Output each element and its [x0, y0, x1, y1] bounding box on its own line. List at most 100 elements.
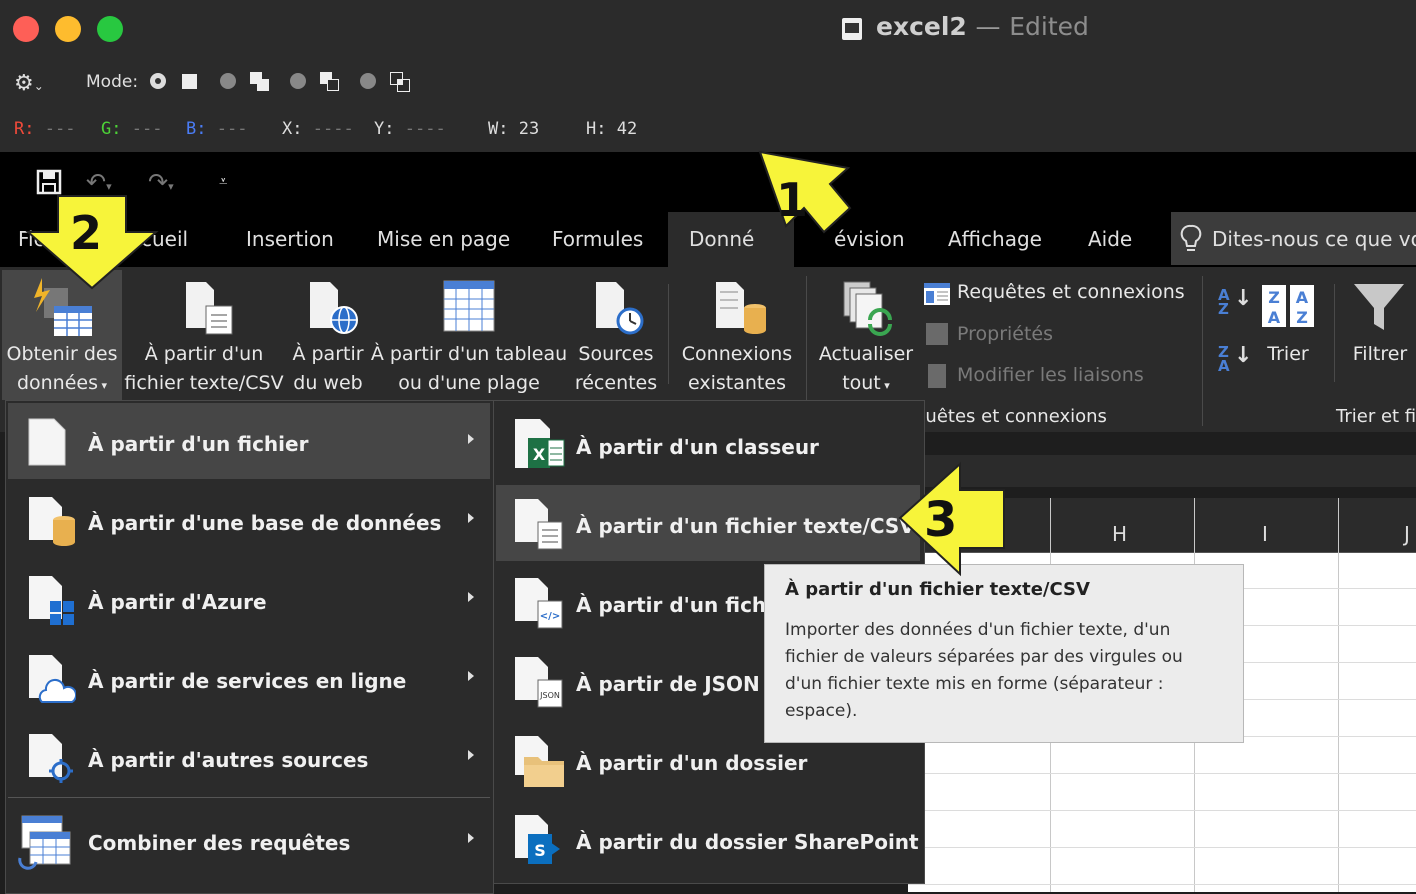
zoom-window-button[interactable]: [97, 16, 123, 42]
combine-queries-icon: [18, 814, 74, 870]
ribbon-separator: [668, 284, 669, 384]
online-services-icon: [28, 654, 76, 706]
tooltip-line-4: espace).: [785, 701, 858, 721]
modifier-liaisons-button[interactable]: Modifier les liaisons: [957, 364, 1144, 386]
column-header-i[interactable]: I: [1262, 522, 1268, 546]
menu2-item-classeur[interactable]: À partir d'un classeur: [576, 435, 819, 459]
connexions-line-2[interactable]: existantes: [672, 369, 802, 398]
menu1-item-services-en-ligne[interactable]: À partir de services en ligne: [88, 669, 406, 693]
tableau-line-1[interactable]: À partir d'un tableau: [370, 340, 568, 369]
texte-csv-line-2[interactable]: fichier texte/CSV: [124, 369, 284, 398]
tooltip-title: À partir d'un fichier texte/CSV: [785, 579, 1090, 600]
tab-affichage[interactable]: Affichage: [948, 227, 1042, 251]
texte-csv-line-1[interactable]: À partir d'un: [124, 340, 284, 369]
menu1-item-azure[interactable]: À partir d'Azure: [88, 590, 267, 614]
file-icon: [28, 418, 68, 466]
menu1-item-combiner[interactable]: Combiner des requêtes: [88, 831, 350, 855]
callout-number-2: 2: [70, 206, 103, 260]
mode-radio-4[interactable]: [360, 73, 376, 89]
minimize-window-button[interactable]: [55, 16, 81, 42]
actualiser-line-2[interactable]: tout ▾: [808, 369, 924, 400]
column-header-h[interactable]: H: [1112, 522, 1127, 546]
svg-text:S: S: [534, 841, 546, 860]
window-title: excel2 — Edited: [876, 12, 1089, 41]
group-requetes-label: quêtes et connexions: [914, 406, 1107, 427]
sources-line-1[interactable]: Sources: [568, 340, 664, 369]
g-value: ---: [131, 119, 163, 139]
gear-icon[interactable]: ⚙⌄: [14, 71, 44, 96]
submenu-arrow-icon: [468, 750, 474, 760]
submenu-arrow-icon: [468, 833, 474, 843]
obtenir-line-2: données ▾: [16, 372, 108, 394]
tooltip-line-1: Importer des données d'un fichier texte,…: [785, 620, 1171, 640]
menu2-item-sharepoint[interactable]: À partir du dossier SharePoint: [576, 830, 919, 854]
menu1-item-autres-sources[interactable]: À partir d'autres sources: [88, 748, 368, 772]
svg-text:Z: Z: [1268, 288, 1280, 307]
ribbon-separator: [1202, 276, 1203, 426]
text-file-icon: [186, 282, 234, 336]
database-icon: [28, 496, 76, 548]
submenu-arrow-icon: [468, 592, 474, 602]
trier-button[interactable]: Trier: [1250, 340, 1326, 369]
close-window-button[interactable]: [13, 16, 39, 42]
tell-me-text[interactable]: Dites-nous ce que vo: [1212, 227, 1416, 251]
submenu-arrow-icon: [468, 434, 474, 444]
refresh-all-icon: [840, 280, 900, 338]
menu1-item-base-donnees[interactable]: À partir d'une base de données: [88, 511, 441, 535]
proprietes-button[interactable]: Propriétés: [957, 323, 1053, 345]
tooltip-line-2: fichier de valeurs séparées par des virg…: [785, 647, 1183, 667]
r-value: ---: [44, 119, 76, 139]
svg-text:JSON: JSON: [539, 691, 560, 700]
mode-union-icon: [250, 72, 270, 92]
web-line-1[interactable]: À partir: [288, 340, 368, 369]
web-line-2[interactable]: du web: [288, 369, 368, 398]
callout-number-1: 1: [776, 173, 809, 227]
callout-number-3: 3: [924, 492, 958, 548]
h-value: 42: [616, 119, 638, 139]
menu2-item-dossier[interactable]: À partir d'un dossier: [576, 751, 807, 775]
sources-line-2[interactable]: récentes: [568, 369, 664, 398]
svg-text:</>: </>: [540, 611, 560, 622]
queries-connections-icon: [924, 283, 950, 305]
menu2-item-fichier-xml[interactable]: À partir d'un fichie: [576, 593, 787, 617]
actualiser-line-1[interactable]: Actualiser: [808, 340, 924, 369]
tableau-line-2[interactable]: ou d'une plage: [370, 369, 568, 398]
column-header-j[interactable]: J: [1404, 522, 1410, 546]
sort-za-icon[interactable]: Z A ↓: [1218, 345, 1252, 374]
y-value: ----: [404, 119, 446, 139]
web-icon: [310, 282, 360, 336]
requetes-connexions-button[interactable]: Requêtes et connexions: [957, 281, 1185, 303]
svg-text:X: X: [533, 445, 546, 464]
tab-mise-en-page[interactable]: Mise en page: [377, 227, 510, 251]
tab-formules[interactable]: Formules: [552, 227, 643, 251]
excel-workbook-icon: X: [514, 418, 566, 470]
azure-icon: [28, 575, 76, 627]
sort-az-icon[interactable]: A Z ↓: [1218, 288, 1252, 317]
g-label: G:: [101, 119, 122, 139]
submenu-arrow-icon: [468, 671, 474, 681]
x-label: X:: [282, 119, 303, 139]
tooltip-line-3: d'un fichier texte mis en forme (séparat…: [785, 674, 1164, 694]
menu2-item-texte-csv[interactable]: À partir d'un fichier texte/CSV: [576, 514, 915, 538]
customize-qat-icon[interactable]: ⩡: [219, 172, 227, 190]
mode-radio-3[interactable]: [290, 73, 306, 89]
menu2-item-json[interactable]: À partir de JSON: [576, 672, 760, 696]
filtrer-button[interactable]: Filtrer: [1340, 340, 1416, 369]
menu1-item-fichier[interactable]: À partir d'un fichier: [88, 432, 308, 456]
properties-icon: [926, 323, 948, 345]
text-csv-icon: [514, 498, 566, 550]
x-value: ----: [312, 119, 354, 139]
obtenir-line-1: Obtenir des: [6, 343, 118, 365]
tab-donnees[interactable]: Donné: [689, 227, 754, 251]
b-value: ---: [216, 119, 248, 139]
mode-radio-1[interactable]: [150, 73, 166, 89]
tooltip: À partir d'un fichier texte/CSV Importer…: [764, 564, 1244, 743]
filter-icon: [1354, 282, 1404, 332]
other-sources-icon: [28, 733, 76, 785]
title-separator: —: [975, 12, 1001, 41]
tab-insertion[interactable]: Insertion: [246, 227, 334, 251]
r-label: R:: [14, 119, 35, 139]
tab-aide[interactable]: Aide: [1088, 227, 1132, 251]
mode-radio-2[interactable]: [220, 73, 236, 89]
connexions-line-1[interactable]: Connexions: [672, 340, 802, 369]
